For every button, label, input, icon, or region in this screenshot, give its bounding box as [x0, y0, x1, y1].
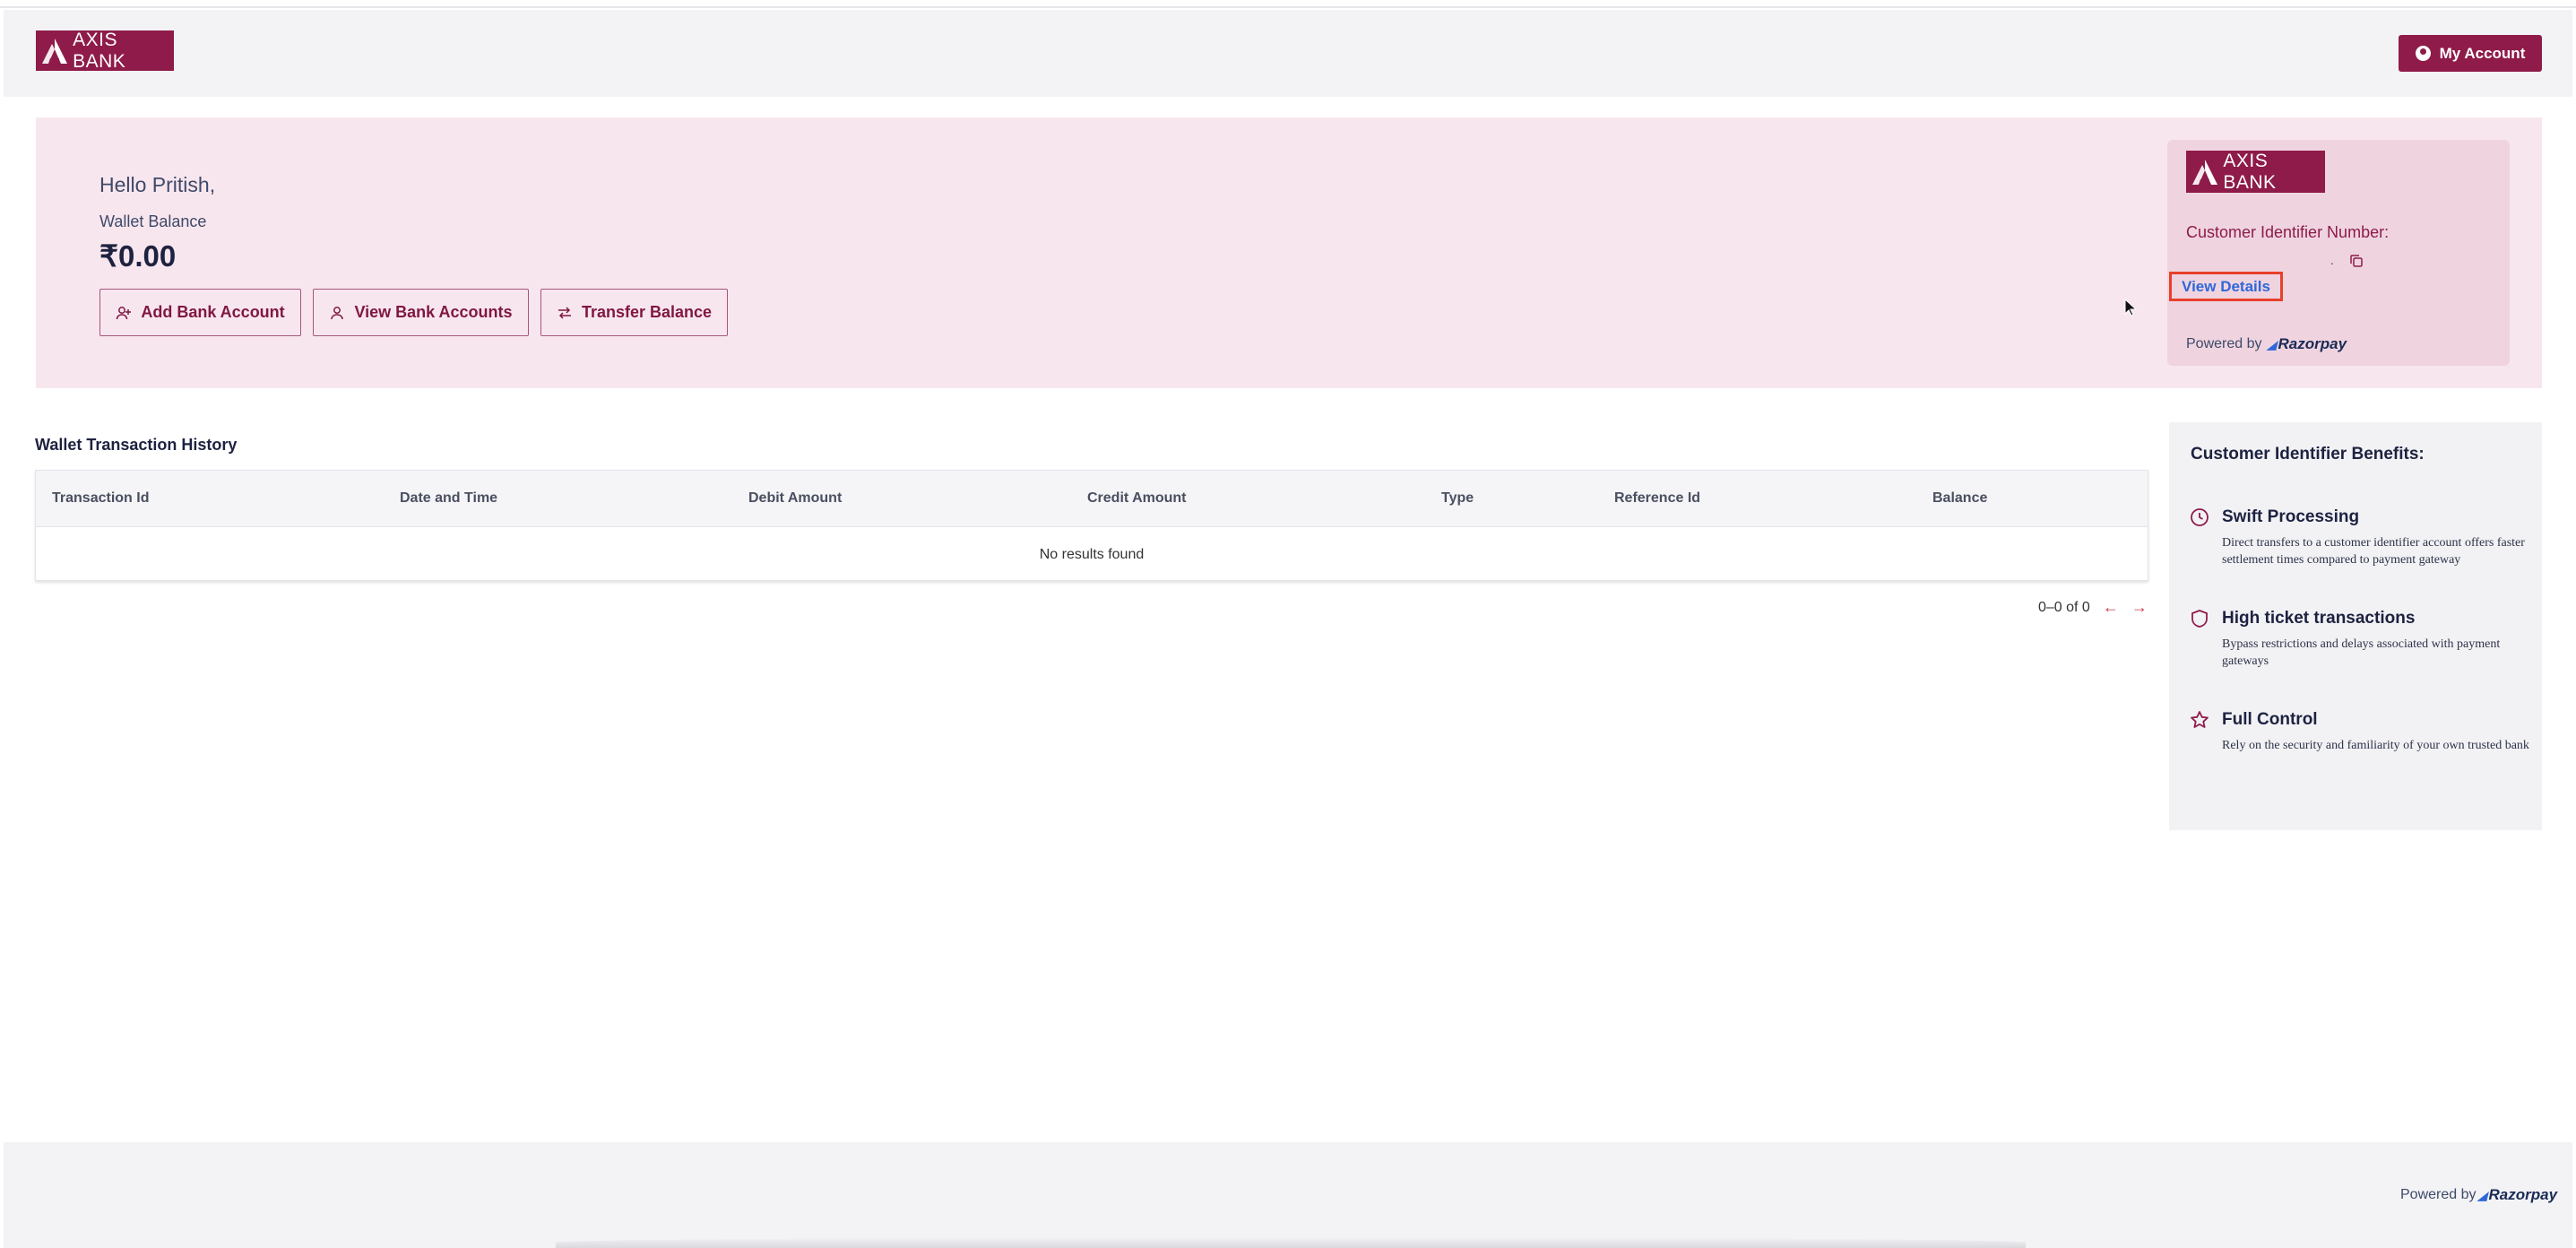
top-border [0, 0, 2576, 8]
benefit-desc-swift-processing: Direct transfers to a customer identifie… [2222, 536, 2525, 567]
powered-by-text: Powered by [2400, 1187, 2477, 1202]
benefit-title-high-ticket: High ticket transactions [2222, 609, 2416, 628]
clock-icon [2191, 508, 2209, 526]
column-header-credit-amount[interactable]: Credit Amount [1087, 490, 1187, 507]
customer-identifier-value: . [2330, 253, 2334, 267]
transaction-history-title: Wallet Transaction History [35, 436, 238, 454]
column-header-type[interactable]: Type [1441, 490, 1474, 507]
user-icon [331, 306, 344, 319]
table-header: Transaction Id Date and Time Debit Amoun… [36, 471, 2148, 527]
header [4, 10, 2572, 97]
wallet-hero [36, 117, 2542, 388]
column-header-debit-amount[interactable]: Debit Amount [748, 490, 842, 507]
transfer-balance-label: Transfer Balance [581, 303, 713, 321]
copy-icon[interactable] [2348, 253, 2364, 269]
transfer-icon [558, 306, 571, 319]
logo-text: AXIS BANK [2223, 150, 2277, 193]
user-circle-icon [2415, 46, 2431, 61]
logo-text: AXIS BANK [73, 29, 126, 72]
transfer-balance-button[interactable]: Transfer Balance [540, 289, 728, 336]
transaction-table: Transaction Id Date and Time Debit Amoun… [35, 470, 2148, 581]
view-bank-accounts-button[interactable]: View Bank Accounts [313, 289, 529, 336]
footer-powered-by: Powered by Razorpay [2400, 1186, 2557, 1204]
bottom-shadow [556, 1237, 2026, 1248]
pagination-range: 0–0 of 0 [2038, 599, 2090, 615]
card-powered-by: Powered by Razorpay [2186, 335, 2347, 353]
column-header-date-time[interactable]: Date and Time [400, 490, 497, 507]
powered-by-text: Powered by [2186, 336, 2262, 351]
view-details-button[interactable]: View Details [2169, 272, 2283, 301]
axis-logo-icon [36, 30, 73, 71]
benefit-title-swift-processing: Swift Processing [2222, 507, 2360, 526]
star-icon [2191, 711, 2209, 728]
benefit-desc-high-ticket: Bypass restrictions and delays associate… [2222, 637, 2501, 668]
prev-page-arrow-icon[interactable]: ← [2103, 598, 2119, 617]
benefit-title-full-control: Full Control [2222, 710, 2318, 729]
add-user-icon [117, 306, 132, 319]
view-bank-accounts-label: View Bank Accounts [354, 303, 513, 321]
add-bank-account-button[interactable]: Add Bank Account [99, 289, 301, 336]
greeting: Hello Pritish, [99, 173, 216, 196]
my-account-label: My Account [2439, 44, 2526, 62]
axis-logo-icon [2186, 151, 2223, 193]
footer [4, 1142, 2572, 1248]
card-axis-bank-logo: AXIS BANK [2186, 151, 2325, 193]
add-bank-account-label: Add Bank Account [141, 303, 285, 321]
benefits-title: Customer Identifier Benefits: [2191, 445, 2425, 464]
wallet-balance-value: ₹0.00 [99, 239, 177, 273]
my-account-button[interactable]: My Account [2399, 35, 2542, 72]
razorpay-logo: Razorpay [2268, 335, 2347, 353]
next-page-arrow-icon[interactable]: → [2131, 598, 2148, 617]
wallet-balance-label: Wallet Balance [99, 212, 207, 230]
column-header-transaction-id[interactable]: Transaction Id [52, 490, 149, 507]
column-header-balance[interactable]: Balance [1932, 490, 1987, 507]
axis-bank-logo[interactable]: AXIS BANK [36, 29, 174, 72]
pagination: 0–0 of 0 ← → [2038, 598, 2148, 617]
shield-icon [2191, 610, 2208, 628]
razorpay-logo: Razorpay [2478, 1186, 2558, 1204]
mouse-cursor-icon [2124, 299, 2137, 316]
column-header-reference-id[interactable]: Reference Id [1614, 490, 1700, 507]
empty-state-text: No results found [1039, 547, 1145, 562]
benefit-desc-full-control: Rely on the security and familiarity of … [2222, 739, 2529, 752]
customer-identifier-label: Customer Identifier Number: [2186, 223, 2390, 241]
